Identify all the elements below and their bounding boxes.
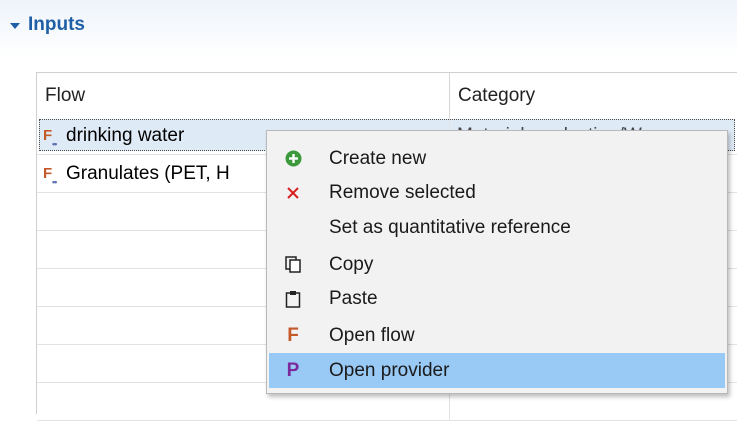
flow-icon: F •• <box>43 126 57 149</box>
inputs-section-header: Inputs <box>0 0 737 58</box>
menu-item-label: Open flow <box>329 324 415 346</box>
menu-item-label: Paste <box>329 287 378 309</box>
flow-cell: F •• Granulates (PET, H <box>43 155 230 192</box>
flow-icon: F •• <box>43 164 57 187</box>
menu-item-label: Set as quantitative reference <box>329 216 571 238</box>
column-header-flow[interactable]: Flow <box>37 73 450 117</box>
flow-f-icon: F <box>287 324 299 346</box>
table-header: Flow Category <box>37 73 737 117</box>
paste-icon <box>279 290 307 308</box>
menu-item-copy[interactable]: Copy <box>269 247 725 282</box>
chevron-down-icon <box>10 23 20 29</box>
flow-name: Granulates (PET, H <box>66 162 230 184</box>
plus-circle-icon <box>279 150 307 167</box>
menu-item-label: Open provider <box>329 359 450 381</box>
menu-item-label: Copy <box>329 253 374 275</box>
menu-item-paste[interactable]: Paste <box>269 281 725 316</box>
menu-item-open-provider[interactable]: P Open provider <box>269 353 725 388</box>
x-icon <box>279 186 307 200</box>
section-title: Inputs <box>28 14 85 35</box>
menu-item-label: Create new <box>329 147 427 169</box>
menu-item-set-quantitative-reference[interactable]: Set as quantitative reference <box>269 210 725 245</box>
flow-cell: F •• drinking water <box>43 117 184 154</box>
menu-item-label: Remove selected <box>329 181 476 203</box>
column-header-category[interactable]: Category <box>450 73 737 117</box>
flow-name: drinking water <box>66 124 185 146</box>
inputs-section-toggle[interactable]: Inputs <box>10 14 85 36</box>
menu-item-remove-selected[interactable]: Remove selected <box>269 175 725 210</box>
copy-icon <box>279 256 307 273</box>
provider-p-icon: P <box>286 359 300 381</box>
menu-item-create-new[interactable]: Create new <box>269 141 725 176</box>
context-menu: Create new Remove selected Set as quanti… <box>266 130 728 394</box>
menu-item-open-flow[interactable]: F Open flow <box>269 318 725 353</box>
